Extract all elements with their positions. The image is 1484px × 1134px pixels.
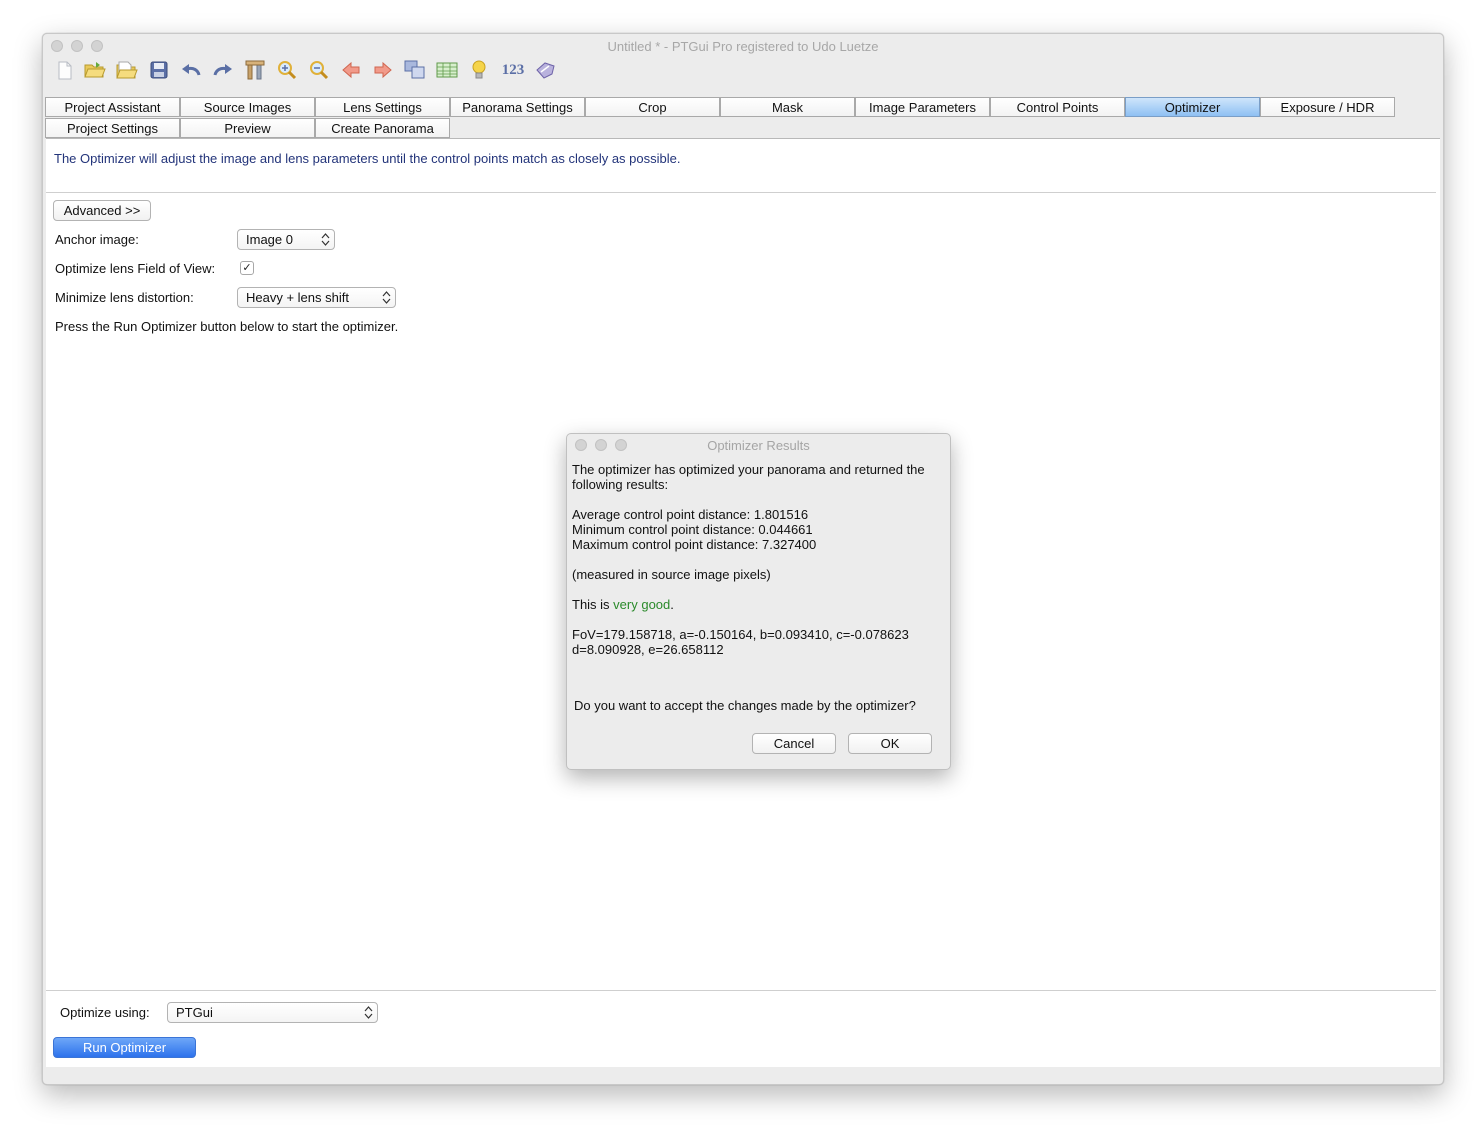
lightbulb-icon[interactable]: [467, 58, 491, 82]
arrow-right-icon[interactable]: [371, 58, 395, 82]
anchor-image-value: Image 0: [246, 232, 293, 247]
zoom-in-icon[interactable]: [275, 58, 299, 82]
numbers-icon-label: 123: [501, 61, 525, 78]
undo-icon[interactable]: [179, 58, 203, 82]
anchor-image-label: Anchor image:: [55, 232, 139, 247]
average-distance-text: Average control point distance: 1.801516: [572, 507, 809, 522]
redo-icon[interactable]: [211, 58, 235, 82]
open-folder-icon[interactable]: [83, 58, 107, 82]
save-icon[interactable]: [147, 58, 171, 82]
open-recent-icon[interactable]: [115, 58, 139, 82]
copy-images-icon[interactable]: [403, 58, 427, 82]
select-arrows-icon: [364, 1006, 373, 1019]
run-instructions-text: Press the Run Optimizer button below to …: [55, 319, 399, 334]
optimize-using-label: Optimize using:: [60, 1005, 150, 1020]
fov-checkbox[interactable]: ✓: [240, 261, 254, 275]
tab-create-panorama[interactable]: Create Panorama: [315, 118, 450, 138]
tab-optimizer[interactable]: Optimizer: [1125, 97, 1260, 117]
dialog-title: Optimizer Results: [707, 438, 810, 453]
params-line1: FoV=179.158718, a=-0.150164, b=0.093410,…: [572, 627, 909, 642]
tab-image-parameters[interactable]: Image Parameters: [855, 97, 990, 117]
dialog-message: The optimizer has optimized your panoram…: [572, 462, 944, 657]
tab-exposure-hdr[interactable]: Exposure / HDR: [1260, 97, 1395, 117]
tab-control-points[interactable]: Control Points: [990, 97, 1125, 117]
tab-crop[interactable]: Crop: [585, 97, 720, 117]
measured-note: (measured in source image pixels): [572, 567, 771, 582]
dialog-intro-line2: following results:: [572, 477, 669, 492]
select-arrows-icon: [321, 233, 330, 246]
quality-prefix: This is: [572, 597, 614, 612]
new-document-icon[interactable]: [53, 58, 77, 82]
optimizer-info-text: The Optimizer will adjust the image and …: [54, 151, 681, 166]
anchor-image-select[interactable]: Image 0: [237, 229, 335, 250]
minimum-distance-text: Minimum control point distance: 0.044661: [572, 522, 813, 537]
tab-mask[interactable]: Mask: [720, 97, 855, 117]
advanced-button[interactable]: Advanced >>: [53, 200, 151, 221]
window-title: Untitled * - PTGui Pro registered to Udo…: [607, 39, 879, 54]
ok-button[interactable]: OK: [848, 733, 932, 754]
cancel-button[interactable]: Cancel: [752, 733, 836, 754]
dialog-intro-line1: The optimizer has optimized your panoram…: [572, 462, 925, 477]
tab-source-images[interactable]: Source Images: [180, 97, 315, 117]
distortion-value: Heavy + lens shift: [246, 290, 349, 305]
tab-project-settings[interactable]: Project Settings: [45, 118, 180, 138]
tab-project-assistant[interactable]: Project Assistant: [45, 97, 180, 117]
tab-lens-settings[interactable]: Lens Settings: [315, 97, 450, 117]
divider: [46, 192, 1436, 193]
fov-label: Optimize lens Field of View:: [55, 261, 216, 276]
title-bar: Untitled * - PTGui Pro registered to Udo…: [43, 34, 1443, 58]
quality-value: very good: [613, 597, 671, 612]
distortion-select[interactable]: Heavy + lens shift: [237, 287, 396, 308]
arrow-left-icon[interactable]: [339, 58, 363, 82]
tab-panorama-settings[interactable]: Panorama Settings: [450, 97, 585, 117]
optimize-using-value: PTGui: [176, 1005, 213, 1020]
params-line2: d=8.090928, e=26.658112: [572, 642, 724, 657]
tools-icon[interactable]: [243, 58, 267, 82]
accept-question: Do you want to accept the changes made b…: [574, 698, 916, 713]
optimizer-results-dialog: Optimizer Results The optimizer has opti…: [566, 433, 951, 770]
maximum-distance-text: Maximum control point distance: 7.327400: [572, 537, 817, 552]
tag-icon[interactable]: [533, 58, 557, 82]
select-arrows-icon: [382, 291, 391, 304]
table-icon[interactable]: [435, 58, 459, 82]
zoom-out-icon[interactable]: [307, 58, 331, 82]
quality-suffix: .: [670, 597, 674, 612]
distortion-label: Minimize lens distortion:: [55, 290, 194, 305]
tab-preview[interactable]: Preview: [180, 118, 315, 138]
numbers-icon[interactable]: 123: [497, 58, 529, 82]
optimize-using-select[interactable]: PTGui: [167, 1002, 378, 1023]
divider: [46, 990, 1436, 991]
quality-text: This is very good.: [572, 597, 944, 612]
run-optimizer-button[interactable]: Run Optimizer: [53, 1037, 196, 1058]
